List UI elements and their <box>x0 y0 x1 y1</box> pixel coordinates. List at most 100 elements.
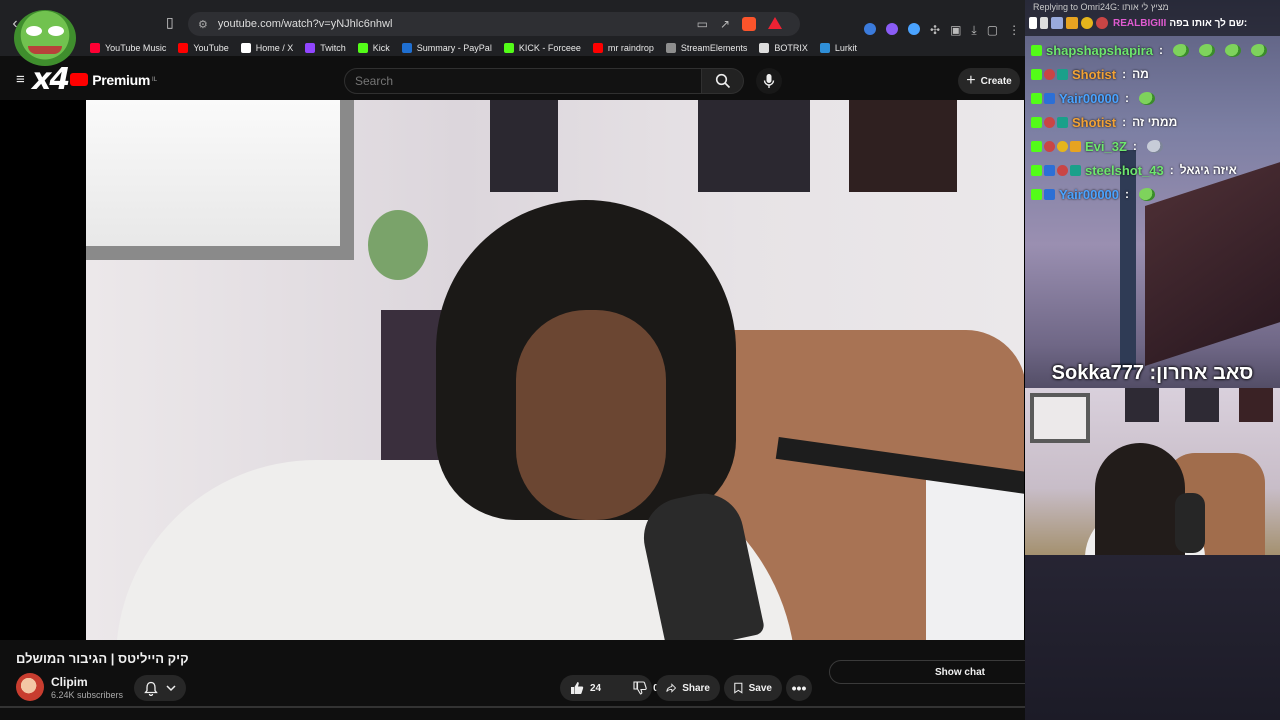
bookmark-favicon-icon <box>759 43 770 53</box>
bookmark-item[interactable]: Twitch <box>305 43 346 53</box>
chat-text: איזה גיגאל <box>1179 163 1237 177</box>
search-button[interactable] <box>702 68 744 94</box>
webcam-feed <box>1025 388 1280 555</box>
gift-icon <box>1096 17 1108 29</box>
search-input[interactable] <box>344 68 702 94</box>
like-button[interactable]: 24 <box>560 675 611 701</box>
bookmark-label: Home / X <box>255 43 294 53</box>
bookmark-item[interactable]: Kick <box>357 43 390 53</box>
subscriber-count: 6.24K subscribers <box>51 690 124 700</box>
chevron-down-icon <box>166 685 176 692</box>
pinned-text: :שם לך אותו בפה <box>1169 17 1248 29</box>
extension-icon[interactable] <box>908 23 920 35</box>
site-settings-icon[interactable]: ⚙ <box>198 18 208 31</box>
bookmark-favicon-icon <box>592 43 603 53</box>
bookmark-item[interactable]: YouTube Music <box>90 43 166 53</box>
emote-icon <box>1139 91 1156 105</box>
stream-overlay: Replying to Omri24G: מציץ לי אותו REALBI… <box>1025 0 1280 720</box>
bookmark-label: mr raindrop <box>607 43 654 53</box>
bookmark-label: Lurkit <box>834 43 857 53</box>
gift-badge-icon <box>1057 164 1068 176</box>
more-actions-button[interactable]: ••• <box>786 675 812 701</box>
microphone-icon <box>763 74 775 88</box>
url-box[interactable]: ⚙ youtube.com/watch?v=yNJhlc6nhwl ▭ ↗ <box>188 12 800 36</box>
bookmark-item[interactable]: KICK - Forceee <box>503 43 581 53</box>
more-dots-icon: ••• <box>791 680 807 696</box>
download-icon[interactable]: ⤓ <box>971 23 976 38</box>
video-frame[interactable] <box>86 100 1024 640</box>
bookmark-item[interactable]: StreamElements <box>665 43 747 53</box>
video-title: קיק הייליטס | הגיבור המושלם <box>16 651 189 666</box>
sub-badge-icon <box>1044 164 1055 176</box>
bookmark-save-icon <box>734 682 743 694</box>
like-count: 24 <box>590 682 602 694</box>
bookmark-favicon-icon <box>665 43 676 53</box>
create-button[interactable]: + Create <box>958 68 1020 94</box>
chat-text: ממתי זה <box>1132 115 1178 129</box>
person-face <box>516 310 666 520</box>
bookmark-favicon-icon <box>90 43 100 53</box>
chat-username: Shotist <box>1072 114 1117 130</box>
kick-badge-icon <box>1031 140 1042 152</box>
extension-icon[interactable] <box>886 23 898 35</box>
bookmark-icon[interactable]: ▯ <box>166 14 180 32</box>
wall-poster <box>490 100 558 192</box>
share-button[interactable]: Share <box>656 675 720 701</box>
emote-icon <box>1198 43 1215 57</box>
sidebar-icon[interactable]: ▣ <box>950 23 961 38</box>
kick-badge-icon <box>1031 68 1042 80</box>
chat-username: Yair00000 <box>1059 90 1120 106</box>
bookmark-item[interactable]: Summary - PayPal <box>401 43 492 53</box>
channel-avatar[interactable] <box>16 673 44 701</box>
brave-shield-icon[interactable] <box>742 17 756 31</box>
emote-icon <box>1172 43 1189 57</box>
pepe-emote-icon <box>14 10 76 66</box>
youtube-header: ≡ x4 Premium IL + Create <box>0 56 1030 100</box>
share-icon <box>666 683 677 693</box>
pinned-message: REALBIGIII :שם לך אותו בפה <box>1029 15 1247 31</box>
video-player[interactable] <box>0 100 1030 640</box>
chat-separator: : <box>1122 67 1127 81</box>
notifications-button[interactable] <box>134 675 186 701</box>
share-page-icon[interactable]: ↗ <box>720 17 730 31</box>
chat-username: steelshot_43 <box>1085 162 1164 178</box>
cast-icon[interactable]: ▭ <box>697 17 708 31</box>
room-window <box>86 100 354 260</box>
channel-name[interactable]: Clipim <box>51 675 88 689</box>
bookmark-favicon-icon <box>240 43 251 53</box>
chat-pinned-area: Replying to Omri24G: מציץ לי אותו REALBI… <box>1025 0 1280 36</box>
progress-bar[interactable] <box>0 706 1110 708</box>
chat-message: Shotist: ממתי זה <box>1031 110 1279 134</box>
bookmark-item[interactable]: Lurkit <box>819 43 857 53</box>
voice-search-button[interactable] <box>756 68 782 94</box>
bookmark-favicon-icon <box>305 43 316 53</box>
bookmark-item[interactable]: BOTRIX <box>759 43 808 53</box>
bookmark-label: KICK - Forceee <box>518 43 581 53</box>
emote-icon <box>1139 187 1156 201</box>
gift-badge-icon <box>1044 116 1055 128</box>
x4-badge: x4 <box>32 62 70 97</box>
reply-line: Replying to Omri24G: מציץ לי אותו <box>1033 2 1169 12</box>
save-button[interactable]: Save <box>724 675 782 701</box>
bookmark-favicon-icon <box>819 43 830 53</box>
hamburger-menu-icon[interactable]: ≡ <box>16 71 30 88</box>
menu-dots-icon[interactable]: ⋮ <box>1008 23 1020 38</box>
bookmark-label: YouTube Music <box>105 43 167 53</box>
bookmark-item[interactable]: Home / X <box>240 43 294 53</box>
chat-username: Shotist <box>1072 66 1117 82</box>
like-dislike-bar: 24 0 <box>560 675 659 701</box>
bookmark-favicon-icon <box>401 43 412 53</box>
bookmark-item[interactable]: mr raindrop <box>592 43 654 53</box>
youtube-logo[interactable]: ≡ x4 Premium IL <box>10 62 157 97</box>
kick-badge-icon <box>1031 116 1042 128</box>
bookmark-item[interactable]: YouTube <box>178 43 229 53</box>
puzzle-icon[interactable]: ✣ <box>930 23 940 38</box>
search-bar <box>344 68 782 94</box>
chat-message: Yair00000: <box>1031 86 1279 110</box>
wall-poster <box>849 100 957 192</box>
wall-poster <box>698 100 810 192</box>
plus-icon: + <box>966 72 976 89</box>
wallet-icon[interactable]: ▢ <box>987 23 998 38</box>
brave-rewards-icon[interactable] <box>768 17 782 29</box>
extension-icon[interactable] <box>864 23 876 35</box>
